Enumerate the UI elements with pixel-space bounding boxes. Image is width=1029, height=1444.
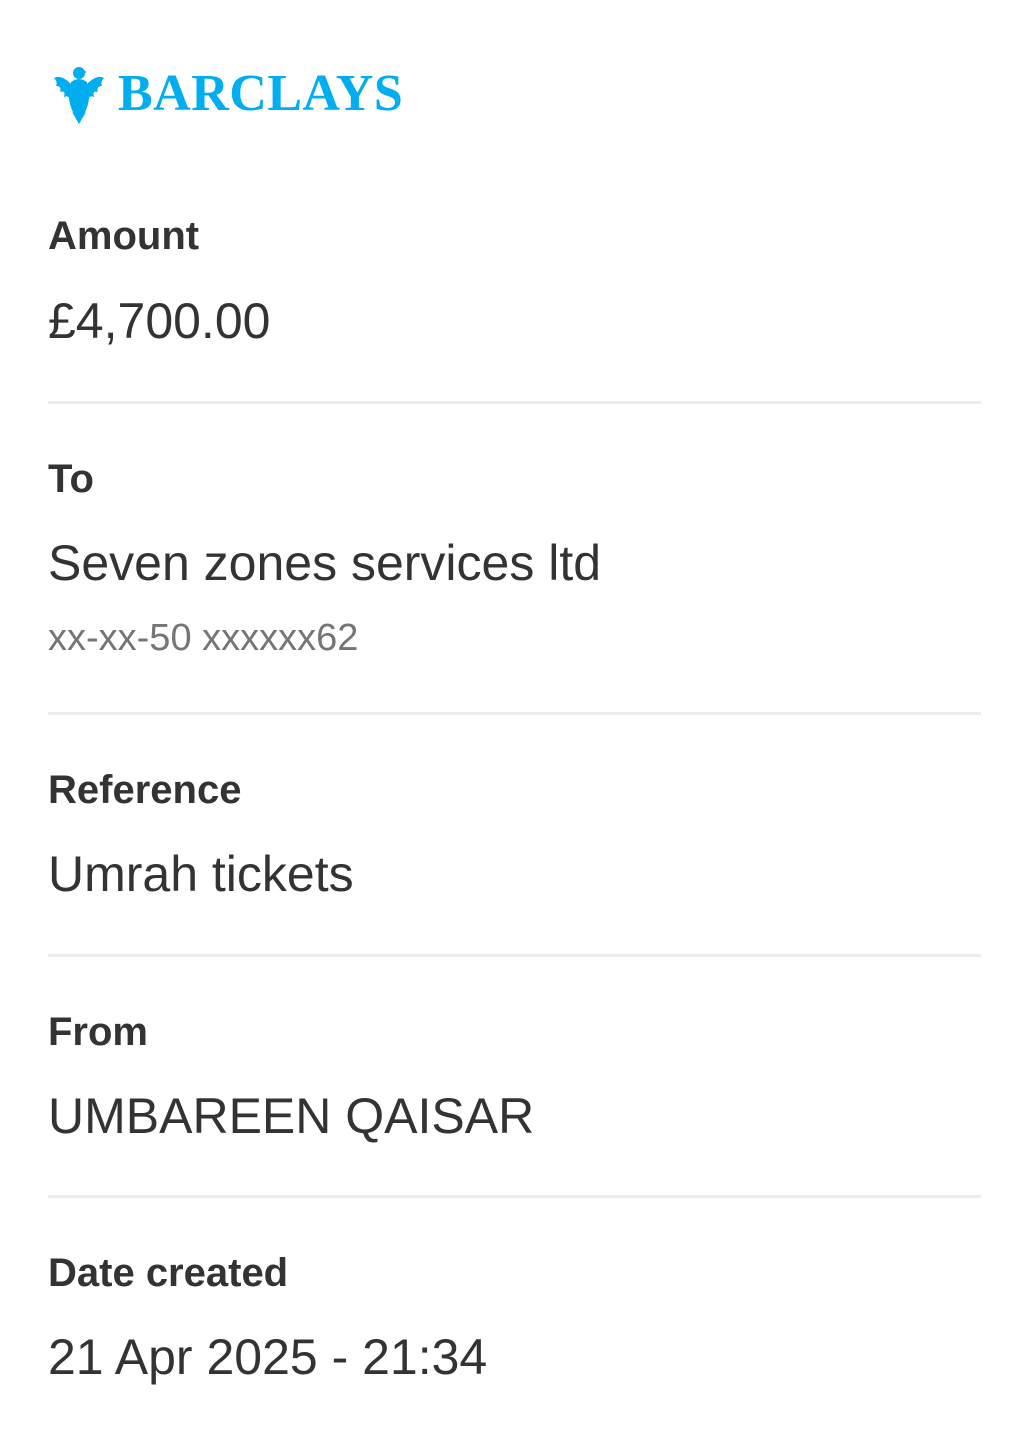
to-label: To xyxy=(48,457,94,501)
date-created-label: Date created xyxy=(48,1251,289,1295)
payer-name: UMBAREEN QAISAR xyxy=(48,1088,535,1144)
eagle-icon xyxy=(54,67,104,124)
reference-value: Umrah tickets xyxy=(48,846,354,902)
divider xyxy=(48,954,981,957)
payee-name: Seven zones services ltd xyxy=(48,535,602,591)
amount-value: £4,700.00 xyxy=(48,293,271,349)
payee-account-number: xx-xx-50 xxxxxx62 xyxy=(48,617,359,659)
brand-wordmark: BARCLAYS xyxy=(118,65,404,122)
divider xyxy=(48,712,981,715)
barclays-logo: BARCLAYS xyxy=(52,62,403,126)
amount-label: Amount xyxy=(48,214,200,258)
divider xyxy=(48,401,981,404)
reference-label: Reference xyxy=(48,768,242,812)
from-label: From xyxy=(48,1010,148,1054)
divider xyxy=(48,1195,981,1198)
date-created-value: 21 Apr 2025 - 21:34 xyxy=(48,1329,488,1385)
